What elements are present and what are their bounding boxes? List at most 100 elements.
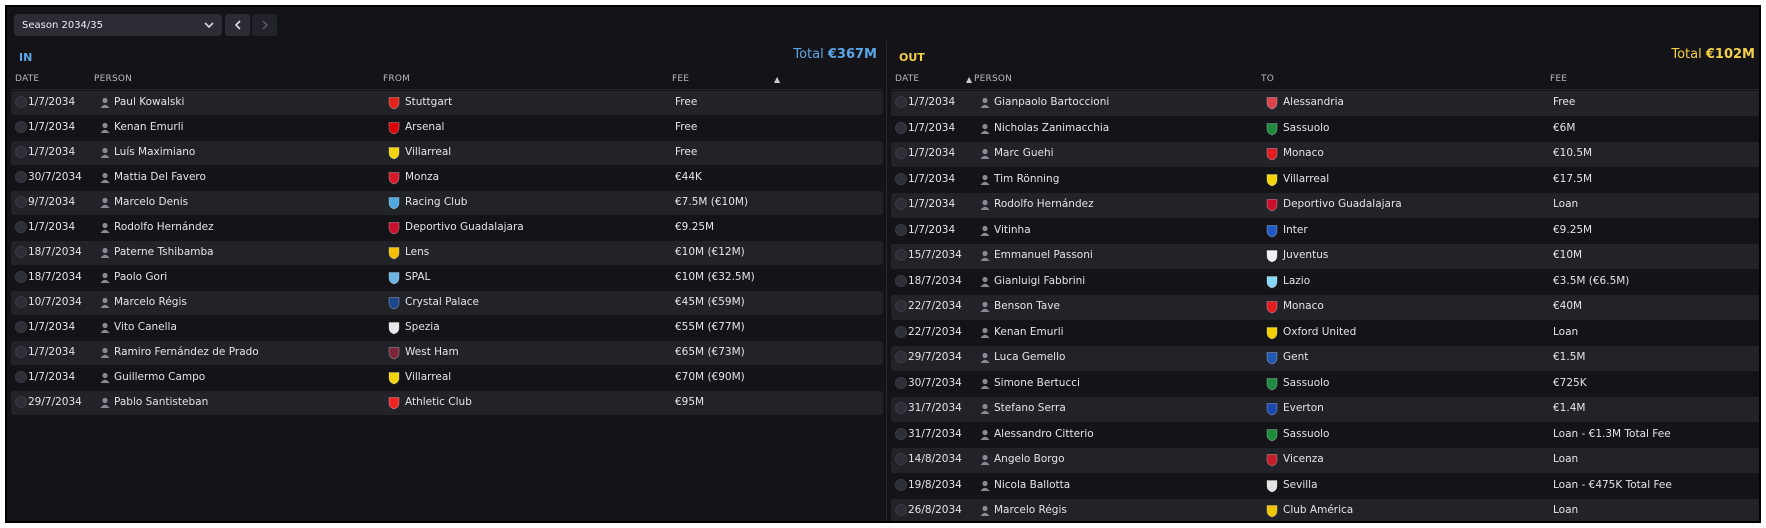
row-person[interactable]: Gianluigi Fabbrini [994, 275, 1085, 287]
row-club[interactable]: Crystal Palace [405, 296, 479, 308]
row-club[interactable]: Monaco [1283, 300, 1324, 312]
row-person[interactable]: Paolo Gori [114, 271, 167, 283]
row-person[interactable]: Pablo Santisteban [114, 396, 208, 408]
row-club[interactable]: Juventus [1283, 249, 1328, 261]
row-club[interactable]: Monaco [1283, 147, 1324, 159]
out-col-person[interactable]: PERSON [974, 74, 1012, 84]
row-club[interactable]: Stuttgart [405, 96, 452, 108]
table-row[interactable]: 1/7/2034 Guillermo Campo Villarreal €70M (€… [11, 366, 883, 390]
table-row[interactable]: 22/7/2034 Kenan Emurli Oxford United Loan [891, 321, 1759, 346]
out-col-fee[interactable]: FEE [1550, 74, 1567, 84]
row-person[interactable]: Emmanuel Passoni [994, 249, 1093, 261]
table-row[interactable]: 22/7/2034 Benson Tave Monaco €40M [891, 295, 1759, 320]
row-person[interactable]: Marcelo Régis [114, 296, 187, 308]
in-col-fee[interactable]: FEE [672, 74, 689, 84]
row-person[interactable]: Vitinha [994, 224, 1031, 236]
row-person[interactable]: Mattia Del Favero [114, 171, 206, 183]
table-row[interactable]: 26/8/2034 Marcelo Régis Club América Loan [891, 499, 1759, 521]
table-row[interactable]: 30/7/2034 Mattia Del Favero Monza €44K [11, 166, 883, 190]
row-person[interactable]: Tim Rönning [994, 173, 1059, 185]
table-row[interactable]: 1/7/2034 Gianpaolo Bartoccioni Alessandria… [891, 91, 1759, 116]
row-club[interactable]: Monza [405, 171, 439, 183]
table-row[interactable]: 1/7/2034 Paul Kowalski Stuttgart Free [11, 91, 883, 115]
row-person[interactable]: Nicholas Zanimacchia [994, 122, 1109, 134]
table-row[interactable]: 1/7/2034 Luís Maximiano Villarreal Free [11, 141, 883, 165]
table-row[interactable]: 31/7/2034 Alessandro Citterio Sassuolo Loan… [891, 423, 1759, 448]
row-person[interactable]: Luca Gemello [994, 351, 1065, 363]
row-club[interactable]: Villarreal [405, 371, 451, 383]
row-club[interactable]: Vicenza [1283, 453, 1324, 465]
row-club[interactable]: Everton [1283, 402, 1324, 414]
row-club[interactable]: Oxford United [1283, 326, 1356, 338]
table-row[interactable]: 1/7/2034 Vitinha Inter €9.25M [891, 219, 1759, 244]
table-row[interactable]: 1/7/2034 Vito Canella Spezia €55M (€77M) [11, 316, 883, 340]
out-col-date[interactable]: DATE [895, 74, 919, 84]
next-season-button[interactable] [252, 14, 277, 36]
row-club[interactable]: Gent [1283, 351, 1308, 363]
row-person[interactable]: Stefano Serra [994, 402, 1066, 414]
table-row[interactable]: 1/7/2034 Marc Guehi Monaco €10.5M [891, 142, 1759, 167]
table-row[interactable]: 18/7/2034 Gianluigi Fabbrini Lazio €3.5M (€… [891, 270, 1759, 295]
table-row[interactable]: 1/7/2034 Kenan Emurli Arsenal Free [11, 116, 883, 140]
season-selector[interactable]: Season 2034/35 [14, 14, 222, 36]
row-club[interactable]: Lazio [1283, 275, 1310, 287]
table-row[interactable]: 19/8/2034 Nicola Ballotta Sevilla Loan - €4… [891, 474, 1759, 499]
row-club[interactable]: Villarreal [1283, 173, 1329, 185]
table-row[interactable]: 1/7/2034 Ramiro Fernández de Prado West Ha… [11, 341, 883, 365]
row-club[interactable]: Club América [1283, 504, 1353, 516]
row-person[interactable]: Simone Bertucci [994, 377, 1080, 389]
row-person[interactable]: Angelo Borgo [994, 453, 1065, 465]
row-club[interactable]: Deportivo Guadalajara [1283, 198, 1402, 210]
table-row[interactable]: 14/8/2034 Angelo Borgo Vicenza Loan [891, 448, 1759, 473]
row-person[interactable]: Marcelo Denis [114, 196, 188, 208]
row-club[interactable]: Athletic Club [405, 396, 472, 408]
row-person[interactable]: Alessandro Citterio [994, 428, 1094, 440]
table-row[interactable]: 1/7/2034 Tim Rönning Villarreal €17.5M [891, 168, 1759, 193]
row-club[interactable]: Alessandria [1283, 96, 1344, 108]
in-col-date[interactable]: DATE [15, 74, 39, 84]
row-club[interactable]: West Ham [405, 346, 459, 358]
row-person[interactable]: Marcelo Régis [994, 504, 1067, 516]
row-club[interactable]: Sassuolo [1283, 377, 1329, 389]
in-col-person[interactable]: PERSON [94, 74, 132, 84]
table-row[interactable]: 10/7/2034 Marcelo Régis Crystal Palace €45M… [11, 291, 883, 315]
row-person[interactable]: Paterne Tshibamba [114, 246, 214, 258]
table-row[interactable]: 15/7/2034 Emmanuel Passoni Juventus €10M [891, 244, 1759, 269]
table-row[interactable]: 31/7/2034 Stefano Serra Everton €1.4M [891, 397, 1759, 422]
table-row[interactable]: 9/7/2034 Marcelo Denis Racing Club €7.5M (€… [11, 191, 883, 215]
table-row[interactable]: 1/7/2034 Rodolfo Hernández Deportivo Guada… [891, 193, 1759, 218]
row-person[interactable]: Ramiro Fernández de Prado [114, 346, 259, 358]
row-club[interactable]: Villarreal [405, 146, 451, 158]
row-person[interactable]: Nicola Ballotta [994, 479, 1070, 491]
row-club[interactable]: Sassuolo [1283, 428, 1329, 440]
row-club[interactable]: Sevilla [1283, 479, 1318, 491]
row-club[interactable]: Racing Club [405, 196, 467, 208]
row-person[interactable]: Paul Kowalski [114, 96, 184, 108]
row-person[interactable]: Rodolfo Hernández [114, 221, 214, 233]
previous-season-button[interactable] [225, 14, 250, 36]
table-row[interactable]: 29/7/2034 Pablo Santisteban Athletic Club €… [11, 391, 883, 415]
row-club[interactable]: Arsenal [405, 121, 444, 133]
row-club[interactable]: Lens [405, 246, 429, 258]
row-club[interactable]: Inter [1283, 224, 1308, 236]
row-club[interactable]: SPAL [405, 271, 430, 283]
row-person[interactable]: Kenan Emurli [994, 326, 1064, 338]
row-person[interactable]: Kenan Emurli [114, 121, 184, 133]
row-person[interactable]: Vito Canella [114, 321, 177, 333]
row-person[interactable]: Luís Maximiano [114, 146, 195, 158]
row-person[interactable]: Benson Tave [994, 300, 1060, 312]
table-row[interactable]: 1/7/2034 Rodolfo Hernández Deportivo Guada… [11, 216, 883, 240]
row-person[interactable]: Rodolfo Hernández [994, 198, 1094, 210]
row-person[interactable]: Marc Guehi [994, 147, 1054, 159]
in-col-from[interactable]: FROM [383, 74, 410, 84]
table-row[interactable]: 29/7/2034 Luca Gemello Gent €1.5M [891, 346, 1759, 371]
row-person[interactable]: Guillermo Campo [114, 371, 205, 383]
row-club[interactable]: Deportivo Guadalajara [405, 221, 524, 233]
row-club[interactable]: Spezia [405, 321, 440, 333]
table-row[interactable]: 1/7/2034 Nicholas Zanimacchia Sassuolo €6M [891, 117, 1759, 142]
table-row[interactable]: 30/7/2034 Simone Bertucci Sassuolo €725K [891, 372, 1759, 397]
row-person[interactable]: Gianpaolo Bartoccioni [994, 96, 1109, 108]
table-row[interactable]: 18/7/2034 Paterne Tshibamba Lens €10M (€12M… [11, 241, 883, 265]
table-row[interactable]: 18/7/2034 Paolo Gori SPAL €10M (€32.5M) [11, 266, 883, 290]
row-club[interactable]: Sassuolo [1283, 122, 1329, 134]
